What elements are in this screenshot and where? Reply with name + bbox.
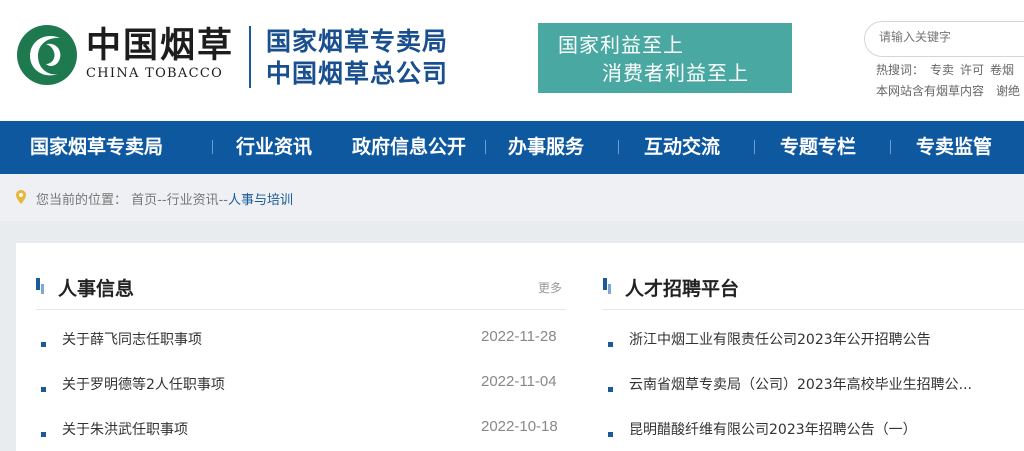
breadcrumb-prefix: 您当前的位置：: [36, 193, 128, 208]
list-bullet-icon: [608, 432, 613, 437]
site-notice: 本网站含有烟草内容 谢绝: [876, 84, 1021, 98]
hot-search: 热搜词： 专卖 许可 卷烟: [876, 61, 1020, 78]
logo-english-text[interactable]: CHINA TOBACCO: [86, 66, 223, 82]
breadcrumb-bar: 您当前的位置： 首页--行业资讯--人事与培训: [0, 174, 1024, 221]
hot-search-label: 热搜词：: [876, 63, 925, 77]
recruit-item-title[interactable]: 浙江中烟工业有限责任公司2023年公开招聘公告: [629, 329, 931, 349]
breadcrumb-home[interactable]: 首页: [131, 193, 157, 208]
section-divider: [36, 309, 566, 310]
china-tobacco-logo-icon[interactable]: [16, 24, 78, 86]
personnel-item-date: 2022-11-04: [481, 373, 557, 390]
site-header: 中国烟草 CHINA TOBACCO 国家烟草专卖局 中国烟草总公司 国家利益至…: [0, 0, 1024, 121]
nav-item-industry-news[interactable]: 行业资讯: [236, 121, 312, 174]
personnel-item-date: 2022-10-18: [481, 418, 558, 435]
personnel-section-title[interactable]: 人事信息: [58, 274, 134, 301]
breadcrumb-separator: --: [157, 193, 167, 208]
section-bar-icon: [603, 278, 611, 294]
breadcrumb-industry-news[interactable]: 行业资讯: [167, 193, 219, 208]
main-nav: 国家烟草专卖局 行业资讯 政府信息公开 办事服务 互动交流 专题专栏 专卖监管: [0, 121, 1024, 174]
slogan-line-1: 国家利益至上: [558, 33, 684, 57]
personnel-item-title[interactable]: 关于罗明德等2人任职事项: [62, 374, 225, 394]
nav-separator: [890, 140, 891, 154]
org-name-corporation[interactable]: 中国烟草总公司: [266, 59, 448, 89]
recruit-item-title[interactable]: 云南省烟草专卖局（公司）2023年高校毕业生招聘公...: [629, 374, 972, 394]
nav-item-bureau[interactable]: 国家烟草专卖局: [30, 121, 163, 174]
list-bullet-icon: [608, 387, 613, 392]
nav-item-interaction[interactable]: 互动交流: [644, 121, 720, 174]
nav-item-services[interactable]: 办事服务: [508, 121, 584, 174]
personnel-item-title[interactable]: 关于朱洪武任职事项: [62, 419, 188, 439]
list-bullet-icon: [41, 432, 46, 437]
section-divider: [603, 309, 1024, 310]
personnel-more-link[interactable]: 更多: [538, 279, 562, 296]
nav-item-gov-info[interactable]: 政府信息公开: [352, 121, 466, 174]
nav-item-special-topics[interactable]: 专题专栏: [780, 121, 856, 174]
search-input[interactable]: [879, 30, 1024, 44]
breadcrumb-separator: --: [218, 193, 228, 208]
search-box[interactable]: [864, 21, 1024, 57]
breadcrumb: 您当前的位置： 首页--行业资讯--人事与培训: [36, 189, 293, 208]
nav-separator: [618, 140, 619, 154]
list-bullet-icon: [41, 342, 46, 347]
slogan-line-2: 消费者利益至上: [602, 61, 749, 85]
logo-chinese-text[interactable]: 中国烟草: [86, 26, 234, 66]
org-name-bureau[interactable]: 国家烟草专卖局: [266, 27, 448, 57]
hot-word-link[interactable]: 卷烟: [990, 63, 1014, 77]
section-bar-icon: [36, 278, 44, 294]
personnel-item-title[interactable]: 关于薛飞同志任职事项: [62, 329, 202, 349]
nav-item-supervision[interactable]: 专卖监管: [916, 121, 992, 174]
location-pin-icon: [16, 190, 26, 204]
recruit-section-title[interactable]: 人才招聘平台: [625, 274, 739, 301]
list-bullet-icon: [608, 342, 613, 347]
breadcrumb-current[interactable]: 人事与培训: [228, 193, 293, 208]
nav-separator: [754, 140, 755, 154]
nav-separator: [212, 140, 213, 154]
slogan-banner: 国家利益至上 消费者利益至上: [538, 23, 792, 93]
personnel-item-date: 2022-11-28: [481, 328, 557, 345]
nav-separator: [485, 140, 486, 154]
hot-word-link[interactable]: 许可: [960, 63, 984, 77]
list-bullet-icon: [41, 387, 46, 392]
hot-word-link[interactable]: 专卖: [930, 63, 954, 77]
recruit-item-title[interactable]: 昆明醋酸纤维有限公司2023年招聘公告（一）: [629, 419, 917, 439]
logo-divider: [249, 26, 251, 88]
